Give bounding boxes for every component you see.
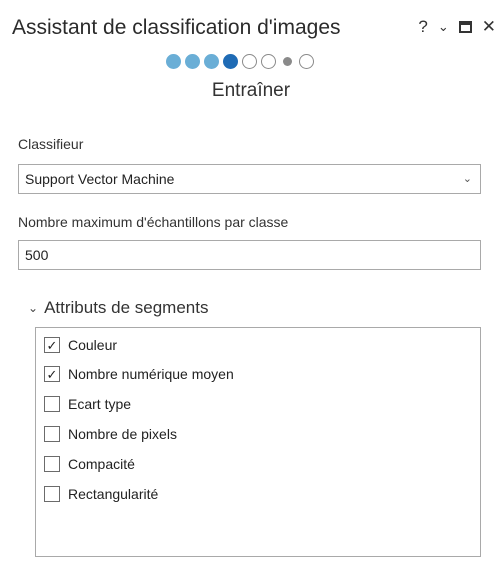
wizard-step-dot[interactable]	[299, 54, 314, 69]
maximize-icon[interactable]	[458, 21, 472, 33]
help-icon[interactable]: ?	[418, 17, 427, 37]
attribute-item[interactable]: Nombre de pixels	[44, 426, 177, 442]
classifier-label: Classifieur	[18, 136, 84, 152]
close-icon[interactable]: ✕	[482, 17, 496, 37]
current-step-label: Entraîner	[211, 80, 291, 101]
checkmark-icon: ✓	[46, 366, 58, 382]
attribute-label: Nombre numérique moyen	[68, 366, 234, 382]
wizard-step-dot[interactable]	[242, 54, 257, 69]
dropdown-arrow-icon[interactable]: ⌄	[463, 165, 472, 193]
checkbox[interactable]: ✓	[44, 366, 60, 382]
wizard-step-dot[interactable]	[166, 54, 181, 69]
panel-title: Assistant de classification d'images	[12, 16, 341, 39]
chevron-down-icon[interactable]: ⌄	[438, 17, 449, 37]
wizard-step-indicator	[166, 54, 314, 69]
attribute-item[interactable]: Ecart type	[44, 396, 131, 412]
max-samples-value: 500	[25, 247, 49, 263]
attribute-item[interactable]: ✓ Couleur	[44, 337, 117, 353]
classifier-dropdown[interactable]: Support Vector Machine ⌄	[18, 164, 481, 194]
checkbox[interactable]	[44, 426, 60, 442]
checkbox[interactable]: ✓	[44, 337, 60, 353]
checkbox[interactable]	[44, 486, 60, 502]
attribute-label: Nombre de pixels	[68, 426, 177, 442]
wizard-step-dot[interactable]	[261, 54, 276, 69]
checkmark-icon: ✓	[46, 337, 58, 353]
segment-attributes-title: Attributs de segments	[44, 298, 209, 317]
max-samples-label: Nombre maximum d'échantillons par classe	[18, 214, 289, 230]
attribute-label: Ecart type	[68, 396, 132, 412]
attribute-item[interactable]: Rectangularité	[44, 486, 158, 502]
wizard-step-dot[interactable]	[185, 54, 200, 69]
window-controls: ? ⌄ ✕	[418, 17, 496, 37]
attribute-item[interactable]: Compacité	[44, 456, 135, 472]
attribute-label: Couleur	[68, 337, 118, 353]
attribute-label: Compacité	[68, 456, 135, 472]
segment-attributes-list: ✓ Couleur ✓ Nombre numérique moyen Ecart…	[35, 327, 481, 557]
attribute-label: Rectangularité	[68, 486, 159, 502]
max-samples-input[interactable]: 500	[18, 240, 481, 270]
classifier-value: Support Vector Machine	[25, 171, 175, 187]
checkbox[interactable]	[44, 456, 60, 472]
wizard-step-dot[interactable]	[204, 54, 219, 69]
segment-attributes-header[interactable]: ⌄ Attributs de segments	[28, 298, 208, 318]
checkbox[interactable]	[44, 396, 60, 412]
chevron-down-icon[interactable]: ⌄	[28, 301, 38, 315]
wizard-step-dot[interactable]	[223, 54, 238, 69]
attribute-item[interactable]: ✓ Nombre numérique moyen	[44, 366, 234, 382]
wizard-step-dot[interactable]	[283, 57, 292, 66]
